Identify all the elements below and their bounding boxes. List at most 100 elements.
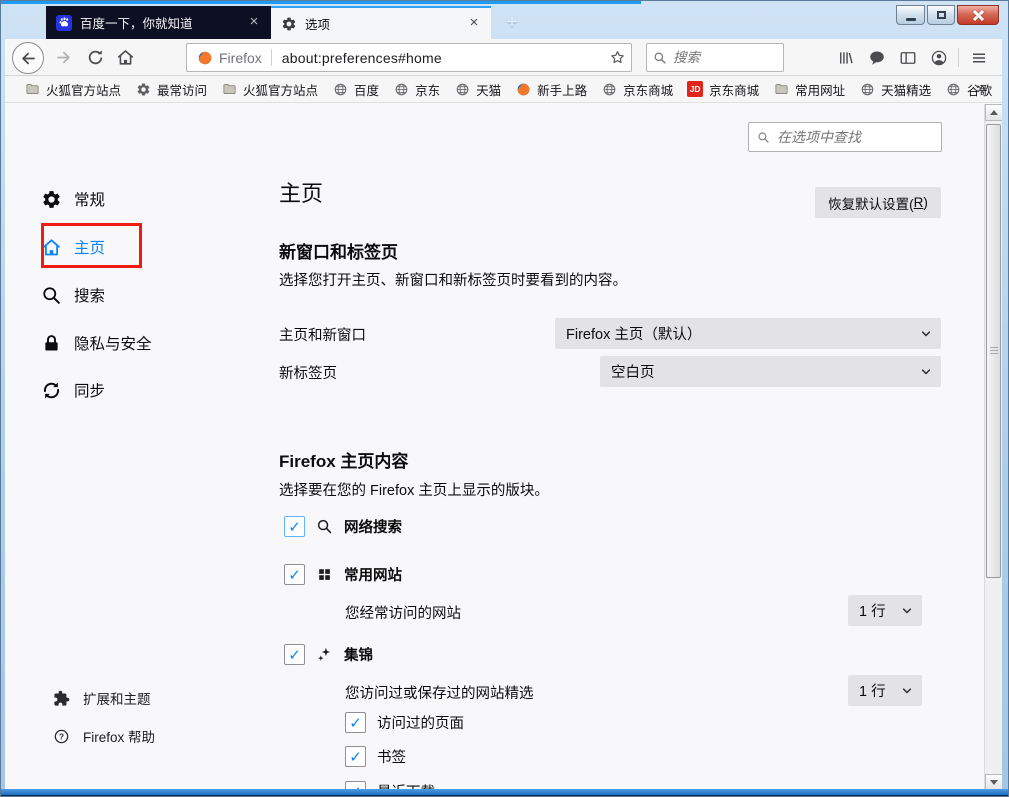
highlights-checkbox[interactable]: ✓ <box>284 644 305 665</box>
reload-button[interactable] <box>82 44 109 71</box>
triangle-up-icon <box>990 110 998 115</box>
web-search-row: ✓ 网络搜索 <box>284 516 402 537</box>
visited-pages-checkbox[interactable]: ✓ <box>345 712 366 733</box>
sparkle-icon <box>316 646 333 663</box>
folder-icon <box>221 81 237 97</box>
search-bar[interactable] <box>646 43 784 72</box>
gear-icon <box>41 189 62 210</box>
top-sites-desc: 您经常访问的网站 <box>345 606 461 622</box>
chevron-down-icon <box>901 605 913 617</box>
top-sites-rows-select[interactable]: 1 行 <box>848 595 922 626</box>
bookmark-item[interactable]: 百度 <box>325 79 386 100</box>
tab-close-icon[interactable]: × <box>465 14 483 33</box>
forward-button[interactable] <box>50 44 77 71</box>
bookmark-item[interactable]: 天猫精选 <box>852 79 938 100</box>
messages-icon[interactable] <box>861 44 892 71</box>
top-sites-checkbox[interactable]: ✓ <box>284 564 305 585</box>
scroll-up-button[interactable] <box>985 104 1002 121</box>
toolbar-icons <box>830 44 994 71</box>
homepage-select[interactable]: Firefox 主页（默认） <box>555 318 941 349</box>
bookmark-star-icon[interactable] <box>603 49 631 66</box>
bookmark-folder[interactable]: 常用网址 <box>766 79 852 100</box>
window-controls <box>894 5 999 25</box>
preferences-page: 常规 主页 搜索 隐私与安全 同步 扩展和主题 Firefox 帮助 主页 <box>5 103 1002 791</box>
sidebar-item-help[interactable]: Firefox 帮助 <box>53 724 155 748</box>
section-heading-new-windows: 新窗口和标签页 <box>279 243 398 262</box>
bookmark-item[interactable]: JD 京东商城 <box>680 79 766 100</box>
tab-strip: 百度一下，你就知道 × 选项 × + <box>1 1 1008 39</box>
close-button[interactable] <box>957 5 999 25</box>
search-icon <box>316 518 333 535</box>
grid-icon <box>316 566 333 583</box>
bookmark-folder[interactable]: 火狐官方站点 <box>17 79 128 100</box>
bookmarks-bar: 火狐官方站点 最常访问 火狐官方站点 百度 京东 天猫 新手上路 京东商城 JD… <box>5 76 1002 103</box>
bookmarks-row: ✓ 书签 <box>345 746 406 767</box>
sidebar-item-privacy[interactable]: 隐私与安全 <box>41 328 152 358</box>
navigation-bar: Firefox about:preferences#home <box>5 39 1002 76</box>
baidu-favicon <box>56 14 72 31</box>
question-icon <box>53 728 70 745</box>
globe-icon <box>332 81 348 97</box>
highlights-rows-select[interactable]: 1 行 <box>848 675 922 706</box>
triangle-down-icon <box>990 780 998 785</box>
tab-close-icon[interactable]: × <box>245 13 263 32</box>
search-icon <box>41 285 62 306</box>
bookmark-folder[interactable]: 火狐官方站点 <box>214 79 325 100</box>
bookmark-item[interactable]: 新手上路 <box>508 79 594 100</box>
minimize-button[interactable] <box>896 5 925 25</box>
url-text[interactable]: about:preferences#home <box>272 50 603 66</box>
tab-options[interactable]: 选项 × <box>271 6 491 39</box>
jd-icon: JD <box>687 81 704 97</box>
page-title: 主页 <box>279 181 324 206</box>
globe-icon <box>393 81 409 97</box>
tab-baidu[interactable]: 百度一下，你就知道 × <box>46 6 271 39</box>
globe-icon <box>859 81 875 97</box>
identity-label: Firefox <box>219 49 262 66</box>
sidebar-item-search[interactable]: 搜索 <box>41 280 105 310</box>
sidebar-toggle-icon[interactable] <box>892 44 923 71</box>
new-tab-button[interactable]: + <box>499 11 525 35</box>
home-button[interactable] <box>112 44 139 71</box>
chevron-down-icon <box>901 685 913 697</box>
main-panel: 主页 恢复默认设置(R) 新窗口和标签页 选择您打开主页、新窗口和新标签页时要看… <box>279 103 941 791</box>
home-icon <box>41 237 62 258</box>
newtab-select[interactable]: 空白页 <box>600 356 941 387</box>
maximize-icon <box>936 11 946 19</box>
gear-favicon <box>281 16 297 32</box>
newtab-label: 新标签页 <box>279 366 337 382</box>
section-desc: 选择要在您的 Firefox 主页上显示的版块。 <box>279 483 549 499</box>
web-search-checkbox[interactable]: ✓ <box>284 516 305 537</box>
bookmarks-overflow-chevron[interactable]: » <box>977 78 986 98</box>
globe-icon <box>454 81 470 97</box>
bookmark-item[interactable]: 谷歌 <box>938 79 999 100</box>
sidebar-item-sync[interactable]: 同步 <box>41 375 105 405</box>
tab-title: 选项 <box>305 18 331 32</box>
bookmarks-checkbox[interactable]: ✓ <box>345 746 366 767</box>
account-icon[interactable] <box>923 44 954 71</box>
vertical-scrollbar[interactable] <box>984 104 1002 791</box>
minimize-icon <box>905 17 916 21</box>
sync-icon <box>41 380 62 401</box>
bookmark-item[interactable]: 京东 <box>386 79 447 100</box>
maximize-button[interactable] <box>927 5 955 25</box>
chevron-down-icon <box>920 328 932 340</box>
sidebar-item-home[interactable]: 主页 <box>41 232 105 262</box>
scrollbar-thumb[interactable] <box>986 124 1001 578</box>
url-bar[interactable]: Firefox about:preferences#home <box>186 43 632 72</box>
puzzle-icon <box>53 690 70 707</box>
menu-icon[interactable] <box>963 44 994 71</box>
sidebar-item-general[interactable]: 常规 <box>41 184 105 214</box>
bookmark-item[interactable]: 京东商城 <box>594 79 680 100</box>
bookmark-item[interactable]: 最常访问 <box>128 79 214 100</box>
sidebar-item-extensions[interactable]: 扩展和主题 <box>53 686 151 710</box>
homepage-label: 主页和新窗口 <box>279 328 366 344</box>
library-icon[interactable] <box>830 44 861 71</box>
restore-defaults-button[interactable]: 恢复默认设置(R) <box>815 187 941 218</box>
divider <box>958 48 959 67</box>
folder-icon <box>773 81 789 97</box>
section-heading-home-content: Firefox 主页内容 <box>279 452 409 471</box>
bookmark-item[interactable]: 天猫 <box>447 79 508 100</box>
back-button[interactable] <box>12 42 44 74</box>
search-icon <box>653 51 667 65</box>
search-input[interactable] <box>673 50 777 65</box>
